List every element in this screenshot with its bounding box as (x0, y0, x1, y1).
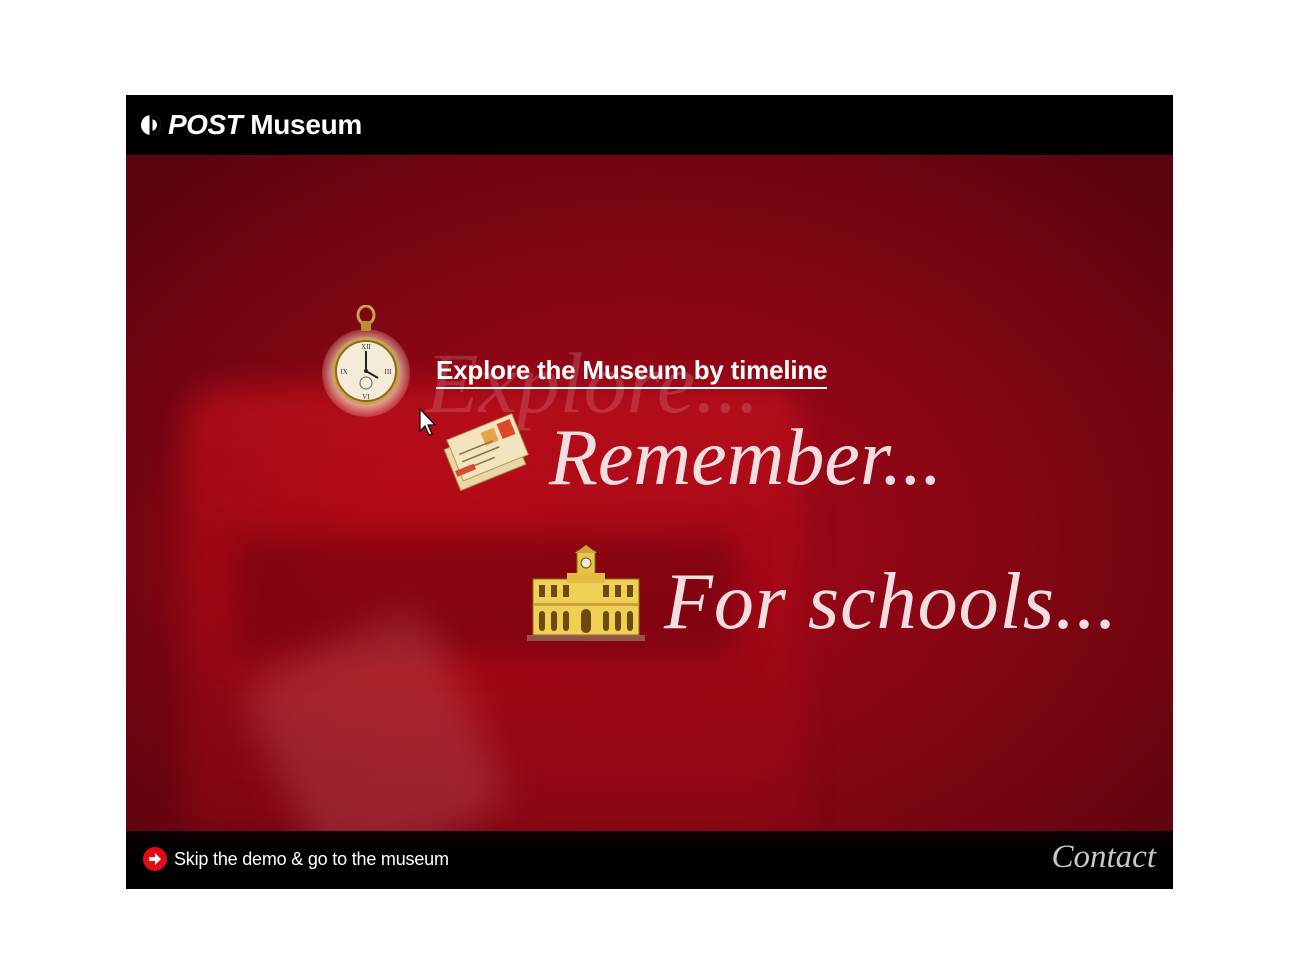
main-stage: Explore... XII III VI IX Explore the Mus… (126, 155, 1173, 887)
pocket-watch-icon[interactable]: XII III VI IX (322, 305, 410, 419)
svg-text:IX: IX (340, 368, 347, 376)
svg-text:VI: VI (362, 393, 370, 401)
postbox-slot-background (236, 535, 736, 655)
pocket-watch-graphic: XII III VI IX (332, 305, 400, 405)
logo-museum-text: Museum (250, 109, 363, 140)
app-frame: POST Museum Explore... XII III VI IX Exp… (126, 95, 1173, 889)
skip-demo-button[interactable]: Skip the demo & go to the museum (143, 847, 449, 871)
post-office-building-icon[interactable] (527, 545, 645, 645)
logo-post-text: POST (168, 109, 243, 140)
svg-text:XII: XII (361, 343, 371, 351)
contact-link[interactable]: Contact (1052, 839, 1157, 876)
for-schools-link[interactable]: For schools... (664, 557, 1118, 648)
mouse-cursor-icon (419, 407, 437, 436)
remember-link[interactable]: Remember... (549, 413, 942, 504)
australia-post-logo-icon (141, 115, 161, 135)
svg-text:III: III (385, 368, 393, 376)
post-museum-logo[interactable]: POST Museum (140, 107, 362, 143)
skip-demo-label: Skip the demo & go to the museum (174, 848, 449, 869)
explore-timeline-link[interactable]: Explore the Museum by timeline (436, 355, 828, 389)
letters-icon[interactable] (442, 413, 538, 499)
footer-bar: Skip the demo & go to the museum Contact (126, 831, 1173, 889)
header-bar: POST Museum (126, 95, 1173, 155)
arrow-right-icon (143, 847, 167, 871)
